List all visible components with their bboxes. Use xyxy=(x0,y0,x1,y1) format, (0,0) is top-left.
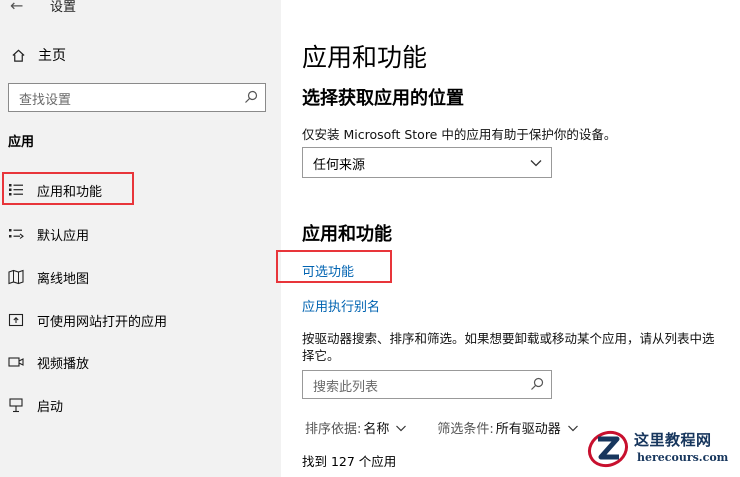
search-sort-description: 按驱动器搜索、排序和筛选。如果想要卸载或移动某个应用，请从列表中选择它。 xyxy=(302,331,715,363)
home-icon xyxy=(10,47,26,63)
sidebar-item-home[interactable]: 主页 xyxy=(10,44,66,66)
sidebar-item-apps-features[interactable]: 应用和功能 xyxy=(8,176,102,204)
sidebar-item-label: 可使用网站打开的应用 xyxy=(37,314,168,330)
sort-label: 排序依据: xyxy=(305,422,362,437)
optional-features-link[interactable]: 可选功能 xyxy=(302,261,354,280)
app-count: 找到 127 个应用 xyxy=(302,454,397,469)
sidebar-item-startup[interactable]: 启动 xyxy=(8,391,63,419)
filter-by-dropdown[interactable]: 筛选条件: 所有驱动器 xyxy=(437,418,578,437)
window-title: 设置 xyxy=(50,0,77,15)
sort-by-dropdown[interactable]: 排序依据: 名称 xyxy=(305,418,407,437)
startup-icon xyxy=(8,397,24,413)
video-icon xyxy=(8,354,24,370)
search-placeholder: 查找设置 xyxy=(19,93,72,108)
main-content: 应用和功能 选择获取应用的位置 仅安装 Microsoft Store 中的应用… xyxy=(276,0,740,477)
sidebar-item-offline-maps[interactable]: 离线地图 xyxy=(8,263,89,291)
sidebar-item-label: 视频播放 xyxy=(37,356,90,372)
sidebar-item-label: 启动 xyxy=(37,399,64,415)
list-filters: 排序依据: 名称 筛选条件: 所有驱动器 xyxy=(305,418,609,437)
watermark-title: 这里教程网 xyxy=(634,431,712,449)
search-icon[interactable] xyxy=(243,89,259,105)
sort-value: 名称 xyxy=(363,422,390,437)
watermark-logo-icon xyxy=(584,425,630,471)
watermark: 这里教程网 herecours.com xyxy=(584,425,734,471)
app-source-description: 仅安装 Microsoft Store 中的应用有助于保护你的设备。 xyxy=(302,127,617,142)
sidebar-item-video-playback[interactable]: 视频播放 xyxy=(8,348,89,376)
default-apps-icon xyxy=(8,226,24,242)
back-arrow-icon[interactable]: ← xyxy=(10,0,23,15)
settings-search-input[interactable]: 查找设置 xyxy=(8,83,266,112)
chevron-down-icon xyxy=(395,422,407,434)
sidebar-item-label: 默认应用 xyxy=(37,228,90,244)
map-icon xyxy=(8,269,24,285)
app-execution-alias-link[interactable]: 应用执行别名 xyxy=(302,296,380,315)
chevron-down-icon xyxy=(529,155,543,169)
sidebar-item-default-apps[interactable]: 默认应用 xyxy=(8,220,89,248)
apps-list-icon xyxy=(8,182,24,198)
app-source-dropdown[interactable]: 任何来源 xyxy=(302,147,552,178)
search-placeholder: 搜索此列表 xyxy=(313,380,379,395)
app-list-search-input[interactable]: 搜索此列表 xyxy=(302,370,552,399)
home-label: 主页 xyxy=(38,48,66,64)
search-icon[interactable] xyxy=(529,376,545,392)
sidebar-item-label: 应用和功能 xyxy=(37,184,103,200)
watermark-url: herecours.com xyxy=(637,451,729,464)
filter-label: 筛选条件: xyxy=(437,422,494,437)
section-heading-apps-features: 应用和功能 xyxy=(302,224,392,245)
sidebar: ← 设置 主页 查找设置 应用 应用和功能 默认应用 离线地图 可使用网站打开的… xyxy=(0,0,281,477)
open-in-browser-icon xyxy=(8,312,24,328)
sidebar-item-label: 离线地图 xyxy=(37,271,90,287)
filter-value: 所有驱动器 xyxy=(495,422,561,437)
section-title: 应用 xyxy=(8,135,35,150)
sidebar-item-apps-for-websites[interactable]: 可使用网站打开的应用 xyxy=(8,306,167,334)
dropdown-value: 任何来源 xyxy=(313,158,366,173)
page-title: 应用和功能 xyxy=(302,43,428,72)
section-heading-app-source: 选择获取应用的位置 xyxy=(302,88,464,109)
chevron-down-icon xyxy=(567,422,579,434)
